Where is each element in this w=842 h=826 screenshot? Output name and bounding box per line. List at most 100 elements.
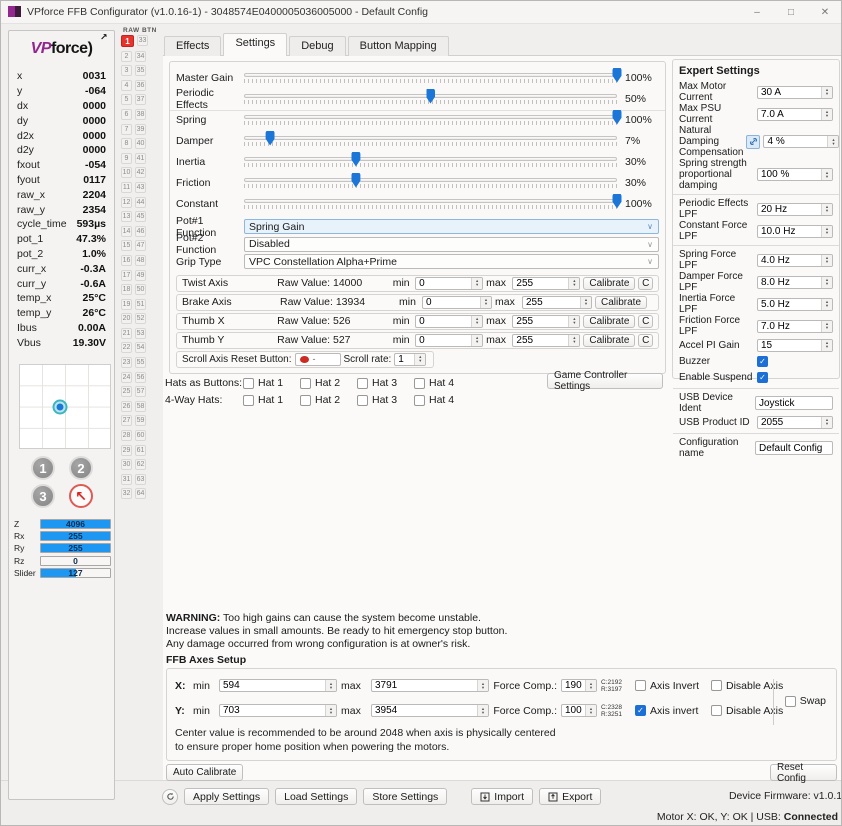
spinner[interactable]: ▴▾ bbox=[821, 340, 832, 351]
spinner[interactable]: ▴▾ bbox=[821, 204, 832, 215]
slider[interactable] bbox=[244, 71, 617, 85]
max-input[interactable]: ▴▾ bbox=[512, 315, 580, 328]
ffb-min-input[interactable]: ▴▾ bbox=[219, 679, 337, 692]
scroll-axis-button-field[interactable]: - bbox=[295, 353, 341, 366]
checkbox[interactable] bbox=[300, 378, 311, 389]
spinner[interactable]: ▴▾ bbox=[821, 226, 832, 237]
checkbox[interactable] bbox=[757, 372, 768, 383]
slider[interactable] bbox=[244, 134, 617, 148]
tab[interactable]: Button Mapping bbox=[348, 36, 449, 56]
spinner[interactable]: ▴▾ bbox=[821, 87, 832, 98]
min-input[interactable]: ▴▾ bbox=[415, 334, 483, 347]
spinner[interactable]: ▴▾ bbox=[568, 278, 579, 289]
force-comp-input[interactable]: ▴▾ bbox=[561, 704, 597, 717]
spinner[interactable]: ▴▾ bbox=[821, 255, 832, 266]
link-icon[interactable] bbox=[746, 135, 760, 149]
spin-input[interactable]: ▴▾ bbox=[757, 298, 833, 311]
ffb-min-input[interactable]: ▴▾ bbox=[219, 704, 337, 717]
min-input[interactable]: ▴▾ bbox=[422, 296, 492, 309]
spinner[interactable]: ▴▾ bbox=[580, 297, 591, 308]
maximize-button[interactable]: □ bbox=[774, 0, 808, 24]
spinner[interactable]: ▴▾ bbox=[568, 335, 579, 346]
calibrate-button[interactable]: Calibrate bbox=[583, 277, 635, 290]
checkbox[interactable] bbox=[300, 395, 311, 406]
slider-track[interactable] bbox=[244, 199, 617, 203]
spin-input[interactable]: ▴▾ bbox=[757, 276, 833, 289]
checkbox[interactable] bbox=[711, 705, 722, 716]
calibrate-button[interactable]: Calibrate bbox=[583, 334, 635, 347]
min-input[interactable]: ▴▾ bbox=[415, 277, 483, 290]
spinner[interactable]: ▴▾ bbox=[325, 680, 336, 691]
spinner[interactable]: ▴▾ bbox=[821, 109, 832, 120]
spinner[interactable]: ▴▾ bbox=[821, 299, 832, 310]
calibrate-button[interactable]: Calibrate bbox=[583, 315, 635, 328]
spinner[interactable]: ▴▾ bbox=[477, 680, 488, 691]
checkbox[interactable] bbox=[414, 395, 425, 406]
text-input[interactable] bbox=[755, 441, 833, 455]
checkbox[interactable] bbox=[711, 680, 722, 691]
force-comp-input[interactable]: ▴▾ bbox=[561, 679, 597, 692]
slider-track[interactable] bbox=[244, 136, 617, 140]
spin-input[interactable]: ▴▾ bbox=[757, 339, 833, 352]
spinner[interactable]: ▴▾ bbox=[471, 278, 482, 289]
checkbox[interactable] bbox=[757, 356, 768, 367]
slider-track[interactable] bbox=[244, 157, 617, 161]
checkbox[interactable] bbox=[243, 378, 254, 389]
spinner[interactable]: ▴▾ bbox=[827, 136, 838, 147]
tab[interactable]: Settings bbox=[223, 33, 287, 56]
spin-input[interactable]: ▴▾ bbox=[757, 108, 833, 121]
spinner[interactable]: ▴▾ bbox=[585, 705, 596, 716]
spin-input[interactable]: ▴▾ bbox=[757, 225, 833, 238]
dropdown-select[interactable]: Spring Gain ∨ bbox=[244, 219, 659, 234]
spinner[interactable]: ▴▾ bbox=[821, 277, 832, 288]
spinner[interactable]: ▴▾ bbox=[480, 297, 491, 308]
spin-input[interactable]: ▴▾ bbox=[757, 203, 833, 216]
spin-input[interactable]: ▴▾ bbox=[757, 320, 833, 333]
close-button[interactable]: ✕ bbox=[808, 0, 842, 24]
slider-track[interactable] bbox=[244, 178, 617, 182]
spin-input[interactable]: ▴▾ bbox=[757, 254, 833, 267]
calibrate-button[interactable]: Calibrate bbox=[595, 296, 647, 309]
auto-calibrate-button[interactable]: Auto Calibrate bbox=[166, 764, 243, 781]
max-input[interactable]: ▴▾ bbox=[522, 296, 592, 309]
spinner[interactable]: ▴▾ bbox=[568, 316, 579, 327]
spin-input[interactable]: ▴▾ bbox=[757, 168, 833, 181]
load-settings-button[interactable]: Load Settings bbox=[275, 788, 357, 805]
spin-input[interactable]: ▴▾ bbox=[763, 135, 839, 148]
checkbox[interactable] bbox=[635, 705, 646, 716]
spinner[interactable]: ▴▾ bbox=[325, 705, 336, 716]
spinner[interactable]: ▴▾ bbox=[821, 321, 832, 332]
spinner[interactable]: ▴▾ bbox=[477, 705, 488, 716]
checkbox[interactable] bbox=[243, 395, 254, 406]
slider[interactable] bbox=[244, 92, 617, 106]
spinner[interactable]: ▴▾ bbox=[471, 335, 482, 346]
spinner[interactable]: ▴▾ bbox=[821, 417, 832, 428]
text-input[interactable] bbox=[755, 396, 833, 410]
checkbox[interactable] bbox=[357, 395, 368, 406]
checkbox[interactable] bbox=[785, 696, 796, 707]
center-button[interactable]: C bbox=[638, 277, 653, 290]
slider[interactable] bbox=[244, 113, 617, 127]
dropdown-select[interactable]: Disabled ∨ bbox=[244, 237, 659, 252]
dropdown-select[interactable]: VPC Constellation Alpha+Prime ∨ bbox=[244, 254, 659, 269]
game-controller-settings-button[interactable]: Game Controller Settings bbox=[547, 373, 663, 389]
reset-config-button[interactable]: Reset Config bbox=[770, 764, 837, 781]
slider[interactable] bbox=[244, 155, 617, 169]
import-button[interactable]: Import bbox=[471, 788, 533, 805]
slider[interactable] bbox=[244, 197, 617, 211]
spinner[interactable]: ▴▾ bbox=[821, 169, 832, 180]
spin-input[interactable]: ▴▾ bbox=[757, 86, 833, 99]
tab[interactable]: Debug bbox=[289, 36, 345, 56]
spinner[interactable]: ▴▾ bbox=[585, 680, 596, 691]
slider-track[interactable] bbox=[244, 73, 617, 77]
slider-track[interactable] bbox=[244, 115, 617, 119]
center-button[interactable]: C bbox=[638, 315, 653, 328]
spin-input[interactable]: ▴▾ bbox=[757, 416, 833, 429]
minimize-button[interactable]: – bbox=[740, 0, 774, 24]
ffb-max-input[interactable]: ▴▾ bbox=[371, 704, 489, 717]
checkbox[interactable] bbox=[414, 378, 425, 389]
slider[interactable] bbox=[244, 176, 617, 190]
max-input[interactable]: ▴▾ bbox=[512, 334, 580, 347]
min-input[interactable]: ▴▾ bbox=[415, 315, 483, 328]
ffb-max-input[interactable]: ▴▾ bbox=[371, 679, 489, 692]
